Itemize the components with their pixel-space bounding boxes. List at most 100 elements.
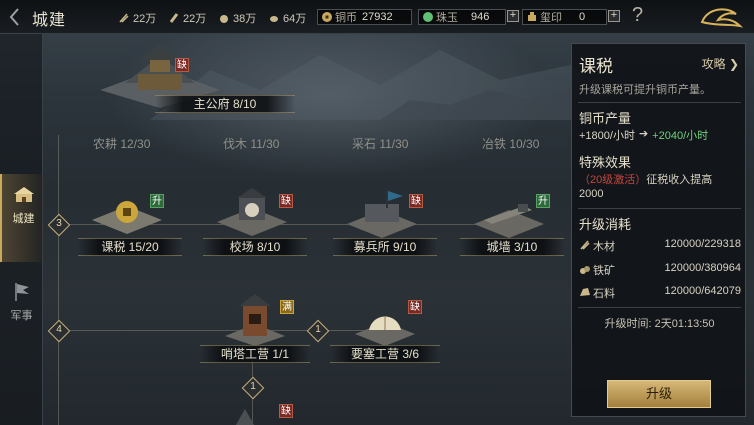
stone-icon bbox=[580, 288, 590, 296]
wood-icon bbox=[119, 13, 129, 23]
iron-value: 22万 bbox=[183, 13, 207, 25]
watchtower-badge: 满 bbox=[280, 300, 294, 314]
tree-trunk-line bbox=[58, 135, 59, 425]
grain-value: 64万 bbox=[283, 13, 307, 25]
seal-value: 0 bbox=[579, 11, 586, 23]
building-tax[interactable]: 升 课税 15/20 bbox=[78, 188, 182, 260]
city-icon bbox=[14, 187, 34, 202]
recruit-label: 募兵所 9/10 bbox=[333, 238, 437, 256]
guide-link[interactable]: 攻略 ❯ bbox=[702, 55, 739, 72]
fortress-camp-label: 要塞工营 3/6 bbox=[330, 345, 440, 363]
wall-image bbox=[474, 204, 544, 238]
chevron-right-icon: ❯ bbox=[725, 57, 739, 71]
building-recruit[interactable]: 缺 募兵所 9/10 bbox=[333, 188, 437, 260]
effect-text: 征税收入提高 bbox=[646, 174, 713, 186]
top-bar: 城建 22万 22万 38万 64万 铜币 27932 珠玉 946 + 玺印 … bbox=[0, 0, 754, 34]
flag-icon bbox=[15, 283, 29, 301]
recruit-building-image bbox=[347, 190, 417, 238]
partial-building-image bbox=[235, 409, 255, 425]
building-partial-bottom[interactable]: 缺 bbox=[225, 400, 305, 425]
copper-currency: 铜币 27932 bbox=[317, 9, 412, 25]
cost-wood-value: 120000/229318 bbox=[664, 238, 741, 250]
seal-currency: 玺印 0 bbox=[522, 9, 607, 25]
tab-military-label: 军事 bbox=[10, 310, 33, 322]
effect-row: （20级激活）征税收入提高 bbox=[579, 171, 712, 187]
guide-label: 攻略 bbox=[701, 57, 726, 71]
iron-resource: 22万 bbox=[168, 10, 206, 26]
cost-title: 升级消耗 bbox=[579, 217, 632, 232]
main-hall-badge: 缺 bbox=[175, 58, 189, 72]
jade-value: 946 bbox=[471, 11, 490, 23]
fortress-camp-image bbox=[355, 316, 415, 346]
cost-row-iron: 铁矿 120000/380964 bbox=[579, 261, 741, 277]
page-title: 城建 bbox=[32, 12, 67, 29]
cost-iron-label: 铁矿 bbox=[593, 265, 615, 277]
cost-stone-label: 石料 bbox=[593, 288, 615, 300]
building-wall[interactable]: 升 城墙 3/10 bbox=[460, 188, 564, 260]
watchtower-image bbox=[225, 294, 285, 346]
smelter-label: 冶铁 10/30 bbox=[482, 137, 540, 151]
effect-requirement: （20级激活） bbox=[579, 174, 647, 186]
upgrade-button[interactable]: 升级 bbox=[607, 380, 711, 408]
seal-icon bbox=[528, 12, 536, 21]
wood-icon bbox=[580, 240, 590, 250]
sidebar: 城建 军事 bbox=[0, 34, 43, 425]
quarry-label: 采石 11/30 bbox=[352, 137, 409, 151]
watchtower-label: 哨塔工营 1/1 bbox=[200, 345, 310, 363]
main-hall-label: 主公府 8/10 bbox=[155, 95, 295, 113]
jade-currency: 珠玉 946 bbox=[418, 9, 506, 25]
tax-badge: 升 bbox=[150, 194, 164, 208]
jade-add-button[interactable]: + bbox=[507, 10, 519, 22]
copper-value: 27932 bbox=[362, 11, 393, 23]
panel-description: 升级课税可提升铜币产量。 bbox=[579, 84, 711, 96]
seal-add-button[interactable]: + bbox=[608, 10, 620, 22]
panel-title: 课税 bbox=[579, 57, 613, 76]
building-fortress-camp[interactable]: 缺 要塞工营 3/6 bbox=[330, 294, 440, 364]
effect-title: 特殊效果 bbox=[579, 155, 632, 170]
upgrade-time-value: 2天01:13:50 bbox=[654, 318, 715, 330]
drill-ground-label: 校场 8/10 bbox=[203, 238, 307, 256]
seal-label: 玺印 bbox=[540, 12, 562, 24]
partial-building-badge: 缺 bbox=[279, 404, 293, 418]
drill-ground-image bbox=[217, 188, 287, 236]
cost-row-wood: 木材 120000/229318 bbox=[579, 237, 741, 253]
output-next: +2040/小时 bbox=[652, 130, 709, 142]
copper-coin-icon bbox=[322, 12, 332, 22]
dragon-menu-icon[interactable] bbox=[696, 2, 746, 32]
iron-icon bbox=[580, 266, 590, 274]
output-title: 铜币产量 bbox=[579, 111, 632, 126]
divider bbox=[578, 208, 741, 209]
back-icon[interactable] bbox=[6, 6, 24, 28]
cost-iron-value: 120000/380964 bbox=[664, 262, 741, 274]
stone-value: 38万 bbox=[233, 13, 257, 25]
cost-wood-label: 木材 bbox=[593, 241, 615, 253]
cost-stone-value: 120000/642079 bbox=[664, 285, 741, 297]
jade-label: 珠玉 bbox=[436, 12, 458, 24]
lumber-label: 伐木 11/30 bbox=[223, 137, 280, 151]
grain-resource: 64万 bbox=[268, 10, 306, 26]
fortress-camp-badge: 缺 bbox=[408, 300, 422, 314]
tab-military[interactable]: 军事 bbox=[0, 279, 43, 339]
wood-resource: 22万 bbox=[118, 10, 156, 26]
building-detail-panel: 课税 攻略 ❯ 升级课税可提升铜币产量。 铜币产量 +1800/小时 ➔ +20… bbox=[571, 43, 746, 417]
copper-label: 铜币 bbox=[335, 12, 357, 24]
building-drill-ground[interactable]: 缺 校场 8/10 bbox=[203, 188, 307, 260]
cost-row-stone: 石料 120000/642079 bbox=[579, 284, 741, 300]
upgrade-time: 升级时间: 2天01:13:50 bbox=[572, 315, 747, 331]
output-current: +1800/小时 bbox=[579, 130, 635, 142]
jade-icon bbox=[423, 12, 433, 22]
help-button[interactable]: ? bbox=[632, 4, 643, 27]
upgrade-time-label: 升级时间: bbox=[604, 318, 652, 330]
tab-city-label: 城建 bbox=[12, 213, 35, 225]
arrow-right-icon: ➔ bbox=[638, 128, 649, 140]
building-main-hall[interactable]: 缺 主公府 8/10 bbox=[95, 38, 295, 118]
building-watchtower-camp[interactable]: 满 哨塔工营 1/1 bbox=[200, 294, 310, 364]
recruit-badge: 缺 bbox=[409, 194, 423, 208]
wall-badge: 升 bbox=[536, 194, 550, 208]
tab-city[interactable]: 城建 bbox=[0, 174, 43, 262]
stone-resource: 38万 bbox=[218, 10, 256, 26]
tier3-level: 3 bbox=[56, 218, 62, 229]
iron-icon bbox=[169, 13, 179, 23]
stone-icon bbox=[220, 15, 228, 23]
tier4-level: 4 bbox=[56, 324, 62, 335]
